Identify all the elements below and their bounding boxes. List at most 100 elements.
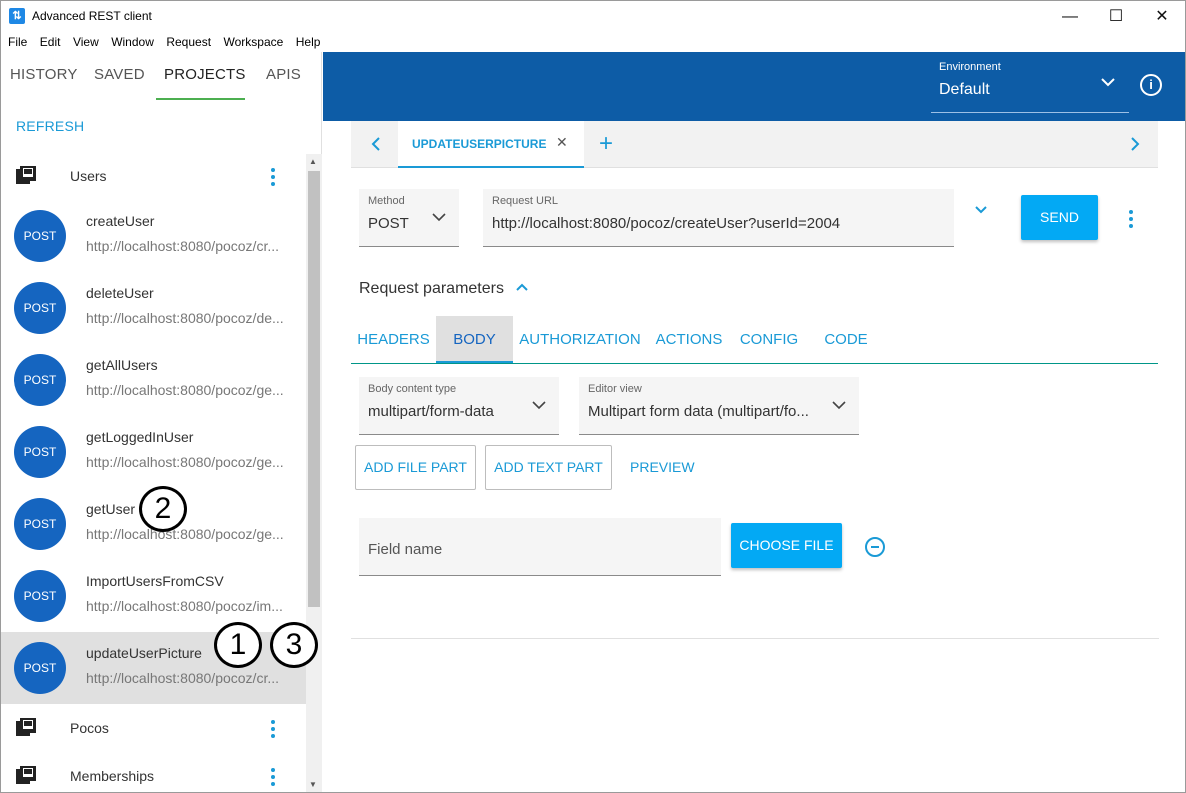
request-item[interactable]: POST getLoggedInUser http://localhost:80… (1, 416, 306, 488)
editor-view-value: Multipart form data (multipart/fo... (588, 403, 809, 420)
info-icon[interactable]: i (1140, 74, 1162, 96)
menu-bar: File Edit View Window Request Workspace … (1, 32, 323, 52)
library-icon (16, 718, 36, 736)
request-item[interactable]: POST ImportUsersFromCSV http://localhost… (1, 560, 306, 632)
refresh-button[interactable]: REFRESH (16, 118, 84, 134)
request-url: http://localhost:8080/pocoz/ge... (86, 454, 284, 470)
chevron-right-icon[interactable] (1128, 135, 1142, 153)
scroll-thumb[interactable] (308, 171, 320, 607)
chevron-up-icon[interactable] (514, 281, 530, 293)
tab-code[interactable]: CODE (816, 316, 876, 363)
callout-3: 3 (270, 622, 318, 668)
callout-1: 1 (214, 622, 262, 668)
method-badge: POST (14, 570, 66, 622)
project-item-pocos[interactable]: Pocos (1, 704, 306, 752)
menu-edit[interactable]: Edit (40, 32, 61, 52)
app-toolbar: Environment Default i (323, 52, 1185, 121)
content-type-value: multipart/form-data (368, 403, 494, 420)
request-item[interactable]: POST createUser http://localhost:8080/po… (1, 200, 306, 272)
chevron-down-icon (432, 213, 446, 222)
request-url: http://localhost:8080/pocoz/ge... (86, 382, 284, 398)
request-url: http://localhost:8080/pocoz/de... (86, 310, 284, 326)
remove-part-icon[interactable] (865, 537, 885, 557)
method-badge: POST (14, 354, 66, 406)
environment-selector[interactable]: Default (939, 81, 990, 99)
tab-history[interactable]: HISTORY (10, 66, 78, 83)
project-menu-icon[interactable] (270, 168, 276, 186)
project-menu-icon[interactable] (270, 720, 276, 738)
tab-actions[interactable]: ACTIONS (651, 316, 727, 363)
request-url: http://localhost:8080/pocoz/cr... (86, 670, 280, 686)
sidebar-scrollbar[interactable]: ▲ ▼ (306, 154, 322, 792)
project-name: Memberships (70, 768, 155, 784)
send-button[interactable]: SEND (1021, 195, 1098, 240)
request-item[interactable]: POST deleteUser http://localhost:8080/po… (1, 272, 306, 344)
sidebar-tabs: HISTORY SAVED PROJECTS APIS (1, 52, 322, 100)
maximize-button[interactable]: ☐ (1093, 1, 1139, 32)
project-name: Users (70, 168, 107, 184)
close-tab-icon[interactable]: ✕ (556, 134, 568, 151)
tab-apis[interactable]: APIS (266, 66, 301, 83)
field-name-input[interactable]: Field name (359, 518, 721, 576)
scroll-down-icon[interactable]: ▼ (309, 780, 317, 789)
tab-saved[interactable]: SAVED (94, 66, 145, 83)
content-type-label: Body content type (368, 383, 457, 395)
request-url-input[interactable]: Request URL http://localhost:8080/pocoz/… (483, 189, 954, 247)
editor-tabs: HEADERS BODY AUTHORIZATION ACTIONS CONFI… (351, 316, 1158, 364)
method-badge: POST (14, 282, 66, 334)
scroll-up-icon[interactable]: ▲ (309, 157, 317, 166)
tab-authorization[interactable]: AUTHORIZATION (517, 316, 643, 363)
tab-body[interactable]: BODY (436, 316, 513, 363)
add-tab-icon[interactable]: + (599, 130, 613, 158)
minimize-button[interactable]: — (1047, 1, 1093, 32)
menu-view[interactable]: View (73, 32, 99, 52)
add-text-part-button[interactable]: ADD TEXT PART (485, 445, 612, 490)
close-button[interactable]: ✕ (1139, 1, 1185, 32)
menu-window[interactable]: Window (111, 32, 154, 52)
chevron-down-icon[interactable] (1100, 76, 1116, 88)
method-select[interactable]: Method POST (359, 189, 459, 247)
method-badge: POST (14, 642, 66, 694)
editor-view-select[interactable]: Editor view Multipart form data (multipa… (579, 377, 859, 435)
environment-label: Environment (939, 61, 1001, 73)
chevron-down-icon (832, 401, 846, 410)
project-menu-icon[interactable] (270, 768, 276, 786)
project-item-memberships[interactable]: Memberships (1, 752, 306, 792)
body-content-type-select[interactable]: Body content type multipart/form-data (359, 377, 559, 435)
project-item-users[interactable]: Users (1, 152, 306, 200)
app-window: ⇅ Advanced REST client — ☐ ✕ File Edit V… (0, 0, 1186, 793)
preview-button[interactable]: PREVIEW (630, 459, 695, 475)
request-name: getAllUsers (86, 357, 158, 373)
request-name: updateUserPicture (86, 645, 202, 661)
field-name-placeholder: Field name (368, 541, 443, 558)
editor-view-label: Editor view (588, 383, 642, 395)
request-parameters-label: Request parameters (359, 280, 504, 297)
request-menu-icon[interactable] (1128, 210, 1134, 228)
menu-request[interactable]: Request (166, 32, 211, 52)
chevron-left-icon[interactable] (369, 135, 383, 153)
tab-headers[interactable]: HEADERS (351, 316, 436, 363)
menu-workspace[interactable]: Workspace (223, 32, 283, 52)
menu-help[interactable]: Help (296, 32, 321, 52)
method-badge: POST (14, 498, 66, 550)
tab-config[interactable]: CONFIG (734, 316, 804, 363)
request-item[interactable]: POST getAllUsers http://localhost:8080/p… (1, 344, 306, 416)
method-badge: POST (14, 210, 66, 262)
project-list: Users POST createUser http://localhost:8… (1, 152, 306, 792)
request-url: http://localhost:8080/pocoz/ge... (86, 526, 284, 542)
request-name: deleteUser (86, 285, 154, 301)
chevron-down-icon (532, 401, 546, 410)
request-tab[interactable]: UPDATEUSERPICTURE ✕ (398, 121, 584, 168)
active-tab-indicator (156, 98, 245, 100)
url-expand-chevron-icon[interactable] (973, 204, 989, 216)
request-name: getUser (86, 501, 136, 517)
tab-projects[interactable]: PROJECTS (164, 66, 246, 83)
menu-file[interactable]: File (8, 32, 27, 52)
choose-file-button[interactable]: CHOOSE FILE (731, 523, 842, 568)
callout-2: 2 (139, 486, 187, 532)
url-value: http://localhost:8080/pocoz/createUser?u… (492, 215, 841, 232)
request-name: getLoggedInUser (86, 429, 194, 445)
add-file-part-button[interactable]: ADD FILE PART (355, 445, 476, 490)
request-tab-label: UPDATEUSERPICTURE (412, 137, 547, 151)
library-icon (16, 166, 36, 184)
